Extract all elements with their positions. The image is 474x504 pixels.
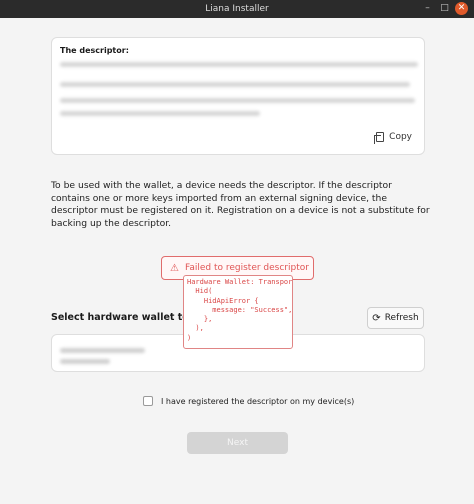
device-name-text bbox=[60, 348, 145, 353]
error-details-tooltip: Hardware Wallet: Transport( Hid( HidApiE… bbox=[183, 275, 293, 349]
window-controls: – □ ✕ bbox=[421, 2, 468, 15]
refresh-icon: ⟳ bbox=[372, 312, 381, 324]
window-title: Liana Installer bbox=[205, 4, 269, 14]
descriptor-text-line bbox=[60, 62, 418, 67]
error-message: Failed to register descriptor bbox=[184, 263, 309, 273]
descriptor-text-line bbox=[60, 82, 410, 87]
next-button[interactable]: Next bbox=[187, 432, 288, 454]
close-icon[interactable]: ✕ bbox=[455, 2, 468, 15]
descriptor-card: The descriptor: Copy bbox=[51, 37, 425, 155]
descriptor-text-line bbox=[60, 111, 260, 116]
description-text: To be used with the wallet, a device nee… bbox=[51, 180, 430, 229]
device-detail-text bbox=[60, 359, 110, 364]
descriptor-title: The descriptor: bbox=[60, 46, 129, 55]
copy-button[interactable]: Copy bbox=[374, 132, 412, 144]
copy-label: Copy bbox=[389, 132, 412, 142]
registered-checkbox[interactable] bbox=[143, 396, 153, 406]
descriptor-text-line bbox=[60, 98, 415, 103]
refresh-label: Refresh bbox=[384, 313, 419, 323]
registered-checkbox-label: I have registered the descriptor on my d… bbox=[161, 396, 355, 406]
refresh-button[interactable]: ⟳ Refresh bbox=[367, 307, 424, 329]
maximize-icon[interactable]: □ bbox=[438, 2, 451, 15]
minimize-icon[interactable]: – bbox=[421, 2, 434, 15]
registered-checkbox-row[interactable]: I have registered the descriptor on my d… bbox=[143, 396, 354, 406]
title-bar: Liana Installer – □ ✕ bbox=[0, 0, 474, 18]
copy-icon bbox=[374, 132, 385, 144]
warning-icon: ⚠ bbox=[170, 262, 179, 274]
